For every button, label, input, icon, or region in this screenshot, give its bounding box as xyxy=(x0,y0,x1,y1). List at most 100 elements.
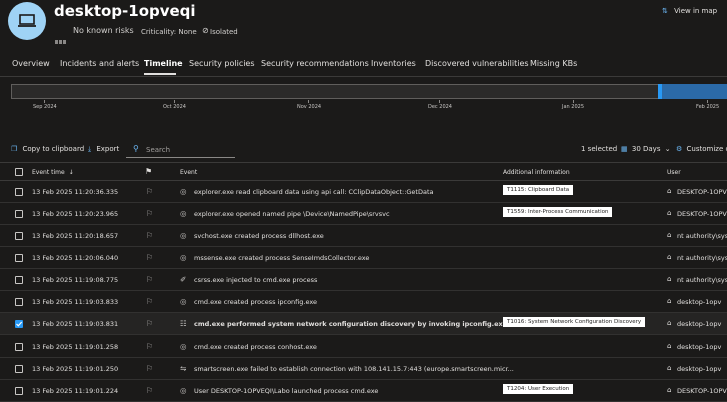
tabs-divider xyxy=(0,76,727,77)
device-avatar xyxy=(8,2,46,40)
row-checkbox[interactable] xyxy=(15,210,23,218)
view-in-map-link[interactable]: ⇅ View in map xyxy=(662,7,717,15)
event-time: 13 Feb 2025 11:19:08.775 xyxy=(32,276,119,284)
table-row[interactable]: 13 Feb 2025 11:19:01.224 ⚐ ◎ User DESKTOP-1… xyxy=(0,380,727,402)
tab-timeline[interactable]: Timeline xyxy=(144,59,183,68)
table-row[interactable]: 13 Feb 2025 11:19:03.831 ⚐ ☷ cmd.exe perfor… xyxy=(0,313,727,335)
tab-discovered-vulnerabilities[interactable]: Discovered vulnerabilities xyxy=(425,59,529,68)
copy-to-clipboard-button[interactable]: ❐ Copy to clipboard xyxy=(11,145,84,153)
customize-columns-button[interactable]: ⚙ Customize c xyxy=(676,145,727,153)
event-description[interactable]: csrss.exe injected to cmd.exe process xyxy=(194,276,317,284)
event-description[interactable]: explorer.exe read clipboard data using a… xyxy=(194,188,433,196)
row-checkbox[interactable] xyxy=(15,254,23,262)
date-range-dropdown[interactable]: ▦ 30 Days ⌄ xyxy=(621,145,671,153)
globe-icon: ◎ xyxy=(180,187,187,196)
row-checkbox[interactable] xyxy=(15,365,23,373)
user-icon: ⌂ xyxy=(667,187,672,195)
tab-missing-kbs[interactable]: Missing KBs xyxy=(530,59,577,68)
row-checkbox[interactable] xyxy=(15,320,23,328)
column-header-event[interactable]: Event xyxy=(180,169,197,176)
timeline-month: Dec 2024 xyxy=(428,104,452,110)
flag-icon[interactable]: ⚐ xyxy=(146,275,153,284)
table-row[interactable]: 13 Feb 2025 11:20:23.965 ⚐ ◎ explorer.exe o… xyxy=(0,203,727,225)
user-name[interactable]: desktop-1opv xyxy=(677,298,721,306)
row-checkbox[interactable] xyxy=(15,276,23,284)
user-name[interactable]: DESKTOP-1OPV xyxy=(677,210,727,218)
timeline-month: Feb 2025 xyxy=(696,104,720,110)
user-icon: ⌂ xyxy=(667,386,672,394)
checkmark-icon xyxy=(16,321,23,327)
syringe-icon: ✐ xyxy=(180,275,187,284)
user-name[interactable]: desktop-1opv xyxy=(677,365,721,373)
status-label: Isolated xyxy=(210,28,238,36)
table-row[interactable]: 13 Feb 2025 11:19:01.258 ⚐ ◎ cmd.exe create… xyxy=(0,336,727,358)
event-description[interactable]: cmd.exe created process ipconfig.exe xyxy=(194,298,317,306)
event-description[interactable]: mssense.exe created process SenseImdsCol… xyxy=(194,254,369,262)
tab-inventories[interactable]: Inventories xyxy=(371,59,416,68)
timeline-tick xyxy=(707,100,708,103)
event-description[interactable]: cmd.exe performed system network configu… xyxy=(194,320,507,328)
mitre-technique-tag[interactable]: T1559: Inter-Process Communication xyxy=(503,207,613,217)
mitre-technique-tag[interactable]: T1115: Clipboard Data xyxy=(503,185,574,195)
user-icon: ⌂ xyxy=(667,342,672,350)
tab-security-recommendations[interactable]: Security recommendations xyxy=(261,59,369,68)
user-name[interactable]: nt authority\sys xyxy=(677,276,727,284)
timeline-selection[interactable] xyxy=(658,84,727,99)
event-time: 13 Feb 2025 11:20:06.040 xyxy=(32,254,119,262)
event-description[interactable]: explorer.exe opened named pipe \Device\N… xyxy=(194,210,390,218)
flag-icon[interactable]: ⚐ xyxy=(146,297,153,306)
table-row[interactable]: 13 Feb 2025 11:20:36.335 ⚐ ◎ explorer.exe r… xyxy=(0,181,727,203)
table-row[interactable]: 13 Feb 2025 11:19:08.775 ⚐ ✐ csrss.exe inje… xyxy=(0,269,727,291)
tab-overview[interactable]: Overview xyxy=(12,59,50,68)
flag-icon[interactable]: ⚐ xyxy=(146,319,153,328)
row-checkbox[interactable] xyxy=(15,232,23,240)
event-description[interactable]: User DESKTOP-1OPVEQI\Labo launched proce… xyxy=(194,387,378,395)
flag-icon[interactable]: ⚐ xyxy=(146,209,153,218)
flag-icon[interactable]: ⚐ xyxy=(146,342,153,351)
search-input[interactable]: Search xyxy=(146,146,170,154)
user-name[interactable]: desktop-1opv xyxy=(677,320,721,328)
user-name[interactable]: nt authority\sys xyxy=(677,254,727,262)
tab-security-policies[interactable]: Security policies xyxy=(189,59,255,68)
mitre-technique-tag[interactable]: T1204: User Execution xyxy=(503,384,574,394)
row-checkbox[interactable] xyxy=(15,188,23,196)
user-name[interactable]: DESKTOP-1OPV xyxy=(677,387,727,395)
row-checkbox[interactable] xyxy=(15,298,23,306)
timeline-month: Nov 2024 xyxy=(297,104,322,110)
table-row[interactable]: 13 Feb 2025 11:19:03.833 ⚐ ◎ cmd.exe create… xyxy=(0,291,727,313)
device-name: desktop-1opveqi xyxy=(54,2,196,20)
map-icon: ⇅ xyxy=(662,7,668,15)
column-header-additional-information[interactable]: Additional information xyxy=(503,169,570,176)
flag-icon[interactable]: ⚐ xyxy=(146,231,153,240)
event-description[interactable]: smartscreen.exe failed to establish conn… xyxy=(194,365,514,373)
flag-icon[interactable]: ⚐ xyxy=(146,253,153,262)
table-row[interactable]: 13 Feb 2025 11:19:01.250 ⚐ ⇋ smartscreen.ex… xyxy=(0,358,727,380)
globe-icon: ◎ xyxy=(180,209,187,218)
row-checkbox[interactable] xyxy=(15,387,23,395)
flag-icon[interactable]: ⚐ xyxy=(146,187,153,196)
event-time: 13 Feb 2025 11:19:01.224 xyxy=(32,387,119,395)
row-checkbox[interactable] xyxy=(15,343,23,351)
event-description[interactable]: svchost.exe created process dllhost.exe xyxy=(194,232,324,240)
timeline-handle[interactable] xyxy=(658,84,662,99)
flag-icon[interactable]: ⚐ xyxy=(146,364,153,373)
timeline-range-bar[interactable] xyxy=(11,84,727,99)
table-row[interactable]: 13 Feb 2025 11:20:18.657 ⚐ ◎ svchost.exe cr… xyxy=(0,225,727,247)
user-name[interactable]: DESKTOP-1OPV xyxy=(677,188,727,196)
timeline-month: Jan 2025 xyxy=(562,104,585,110)
event-description[interactable]: cmd.exe created process conhost.exe xyxy=(194,343,317,351)
tab-incidents-and-alerts[interactable]: Incidents and alerts xyxy=(60,59,139,68)
export-button[interactable]: ⤓ Export xyxy=(88,145,119,154)
timeline-month: Oct 2024 xyxy=(163,104,186,110)
table-row[interactable]: 13 Feb 2025 11:20:06.040 ⚐ ◎ mssense.exe cr… xyxy=(0,247,727,269)
column-header-user[interactable]: User xyxy=(667,169,681,176)
column-header-event-time[interactable]: Event time ↓ xyxy=(32,169,74,176)
user-name[interactable]: desktop-1opv xyxy=(677,343,721,351)
mitre-technique-tag[interactable]: T1016: System Network Configuration Disc… xyxy=(503,317,646,327)
chevron-down-icon: ⌄ xyxy=(664,145,671,153)
select-all-checkbox[interactable] xyxy=(15,168,23,176)
search-underline xyxy=(126,157,235,158)
flag-icon[interactable]: ⚐ xyxy=(146,386,153,395)
user-name[interactable]: nt authority\sys xyxy=(677,232,727,240)
selected-count: 1 selected xyxy=(581,145,618,153)
